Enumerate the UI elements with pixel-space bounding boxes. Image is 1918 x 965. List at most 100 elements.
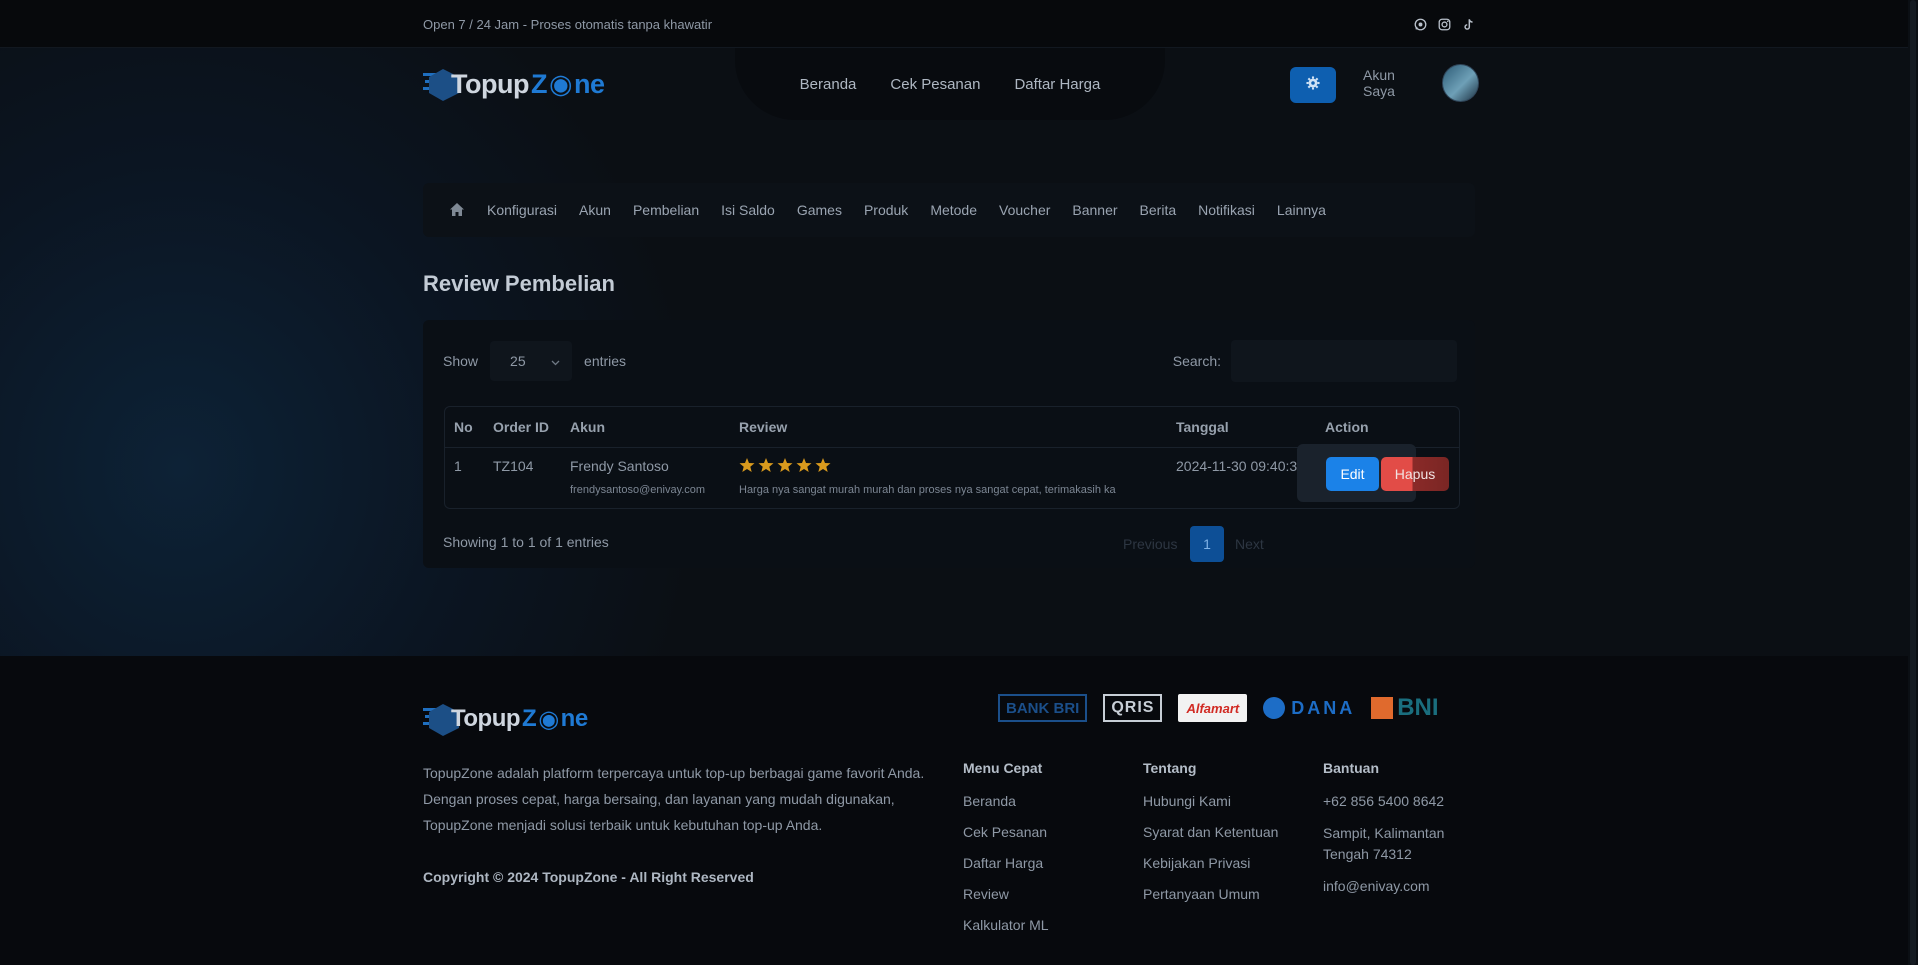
account-menu[interactable]: Akun Saya [1363, 64, 1479, 102]
footer-link-kalkulator-ml[interactable]: Kalkulator ML [963, 916, 1049, 935]
logo-text-z: Z [530, 68, 548, 99]
pagination-next[interactable]: Next [1235, 526, 1264, 562]
dana-logo: DANA [1263, 694, 1355, 722]
admin-nav-pembelian[interactable]: Pembelian [633, 202, 699, 218]
admin-nav-banner[interactable]: Banner [1072, 202, 1117, 218]
dana-logo-text: DANA [1291, 697, 1356, 718]
col-order-id[interactable]: Order ID [493, 407, 549, 448]
cell-review-text: Harga nya sangat murah murah dan proses … [739, 484, 1116, 496]
entries-label: entries [584, 353, 627, 369]
search-label: Search: [1172, 353, 1221, 369]
star-icon [758, 458, 774, 472]
footer-link-cek-pesanan[interactable]: Cek Pesanan [963, 823, 1049, 842]
footer-menu-cepat-title: Menu Cepat [963, 760, 1043, 776]
avatar [1441, 64, 1479, 102]
social-links [1413, 17, 1475, 31]
logo-text-ne: ne [574, 68, 605, 99]
gear-icon [1306, 75, 1320, 95]
footer-email[interactable]: info@enivay.com [1323, 877, 1463, 896]
footer-copyright: Copyright © 2024 TopupZone - All Right R… [423, 869, 754, 885]
alfamart-logo: Alfamart [1178, 694, 1248, 722]
tiktok-icon[interactable] [1461, 17, 1475, 31]
instagram-icon[interactable] [1437, 17, 1451, 31]
cell-date: 2024-11-30 09:40:30 [1176, 458, 1305, 474]
pagination-page-1[interactable]: 1 [1190, 526, 1224, 562]
page-size-select[interactable]: 25 [490, 341, 573, 381]
admin-nav-notifikasi[interactable]: Notifikasi [1198, 202, 1255, 218]
footer-tentang: Tentang Hubungi Kami Syarat dan Ketentua… [1143, 760, 1278, 916]
admin-nav-akun[interactable]: Akun [579, 202, 611, 218]
show-label: Show [443, 353, 479, 369]
account-label: Akun Saya [1363, 67, 1395, 99]
footer-menu-cepat: Menu Cepat Beranda Cek Pesanan Daftar Ha… [963, 760, 1049, 947]
logo-text-topup: Topup [451, 68, 529, 99]
table-info: Showing 1 to 1 of 1 entries [443, 534, 609, 550]
footer-link-hubungi-kami[interactable]: Hubungi Kami [1143, 792, 1278, 811]
nav-beranda[interactable]: Beranda [800, 76, 857, 93]
col-akun[interactable]: Akun [570, 407, 605, 448]
star-icon [777, 458, 793, 472]
star-icon [796, 458, 812, 472]
logo-o-icon: ◉ [538, 705, 559, 733]
cell-account-name: Frendy Santoso [570, 458, 669, 474]
table-controls: Show 25 entries Search: [443, 340, 1457, 382]
admin-nav-isi-saldo[interactable]: Isi Saldo [721, 202, 775, 218]
footer-link-daftar-harga[interactable]: Daftar Harga [963, 854, 1049, 873]
star-icon [815, 458, 831, 472]
qris-logo: QRIS [1103, 694, 1163, 722]
admin-nav: Konfigurasi Akun Pembelian Isi Saldo Gam… [423, 183, 1475, 237]
footer-tentang-title: Tentang [1143, 760, 1197, 776]
footer-description: TopupZone adalah platform terpercaya unt… [423, 765, 925, 833]
footer-logo[interactable]: Topup Z ◉ ne [423, 700, 588, 738]
nav-daftar-harga[interactable]: Daftar Harga [1014, 76, 1100, 93]
admin-nav-berita[interactable]: Berita [1140, 202, 1177, 218]
dana-mark-icon [1263, 697, 1286, 719]
col-review[interactable]: Review [739, 407, 787, 448]
page-scrollbar[interactable] [1908, 0, 1918, 965]
footer-address: Sampit, Kalimantan Tengah 74312 [1323, 825, 1445, 862]
bni-logo-text: BNI [1397, 694, 1439, 721]
bank-bri-logo: BANK BRI [998, 694, 1088, 722]
cell-order-id: TZ104 [493, 458, 534, 474]
page-title: Review Pembelian [423, 271, 615, 296]
col-no[interactable]: No [454, 407, 473, 448]
admin-nav-voucher[interactable]: Voucher [999, 202, 1050, 218]
nav-cek-pesanan[interactable]: Cek Pesanan [890, 76, 980, 93]
footer-phone[interactable]: +62 856 5400 8642 [1323, 792, 1463, 811]
footer-link-review[interactable]: Review [963, 885, 1049, 904]
edit-button[interactable]: Edit [1326, 457, 1379, 491]
footer-link-syarat[interactable]: Syarat dan Ketentuan [1143, 823, 1278, 842]
bni-logo: BNI [1371, 694, 1439, 722]
col-action[interactable]: Action [1325, 407, 1369, 448]
rating-stars [739, 457, 831, 473]
admin-nav-games[interactable]: Games [797, 202, 842, 218]
logo-text-topup: Topup [451, 705, 521, 732]
payment-logos: BANK BRI QRIS Alfamart DANA BNI [998, 694, 1439, 722]
site-footer: Topup Z ◉ ne BANK BRI QRIS Alfamart DANA BN… [0, 656, 1918, 965]
pagination-previous[interactable]: Previous [1123, 526, 1177, 562]
star-icon [739, 458, 755, 472]
logo-text-z: Z [522, 705, 537, 732]
site-logo[interactable]: Topup Z ◉ ne [423, 65, 605, 103]
delete-button[interactable]: Hapus [1381, 457, 1449, 491]
top-bar: Open 7 / 24 Jam - Proses otomatis tanpa … [0, 0, 1918, 48]
logo-text-ne: ne [560, 705, 589, 732]
cell-account-email: frendysantoso@enivay.com [570, 484, 706, 496]
whatsapp-icon[interactable] [1413, 17, 1427, 31]
scrollbar-thumb[interactable] [1910, 0, 1916, 965]
home-icon[interactable] [449, 202, 465, 218]
admin-nav-konfigurasi[interactable]: Konfigurasi [487, 202, 557, 218]
col-tanggal[interactable]: Tanggal [1176, 407, 1229, 448]
table-header: No Order ID Akun Review Tanggal Action [445, 407, 1459, 448]
settings-button[interactable] [1290, 67, 1336, 103]
opening-hours-note: Open 7 / 24 Jam - Proses otomatis tanpa … [423, 16, 713, 32]
footer-link-kebijakan[interactable]: Kebijakan Privasi [1143, 854, 1278, 873]
search-input[interactable] [1231, 340, 1457, 382]
admin-nav-lainnya[interactable]: Lainnya [1277, 202, 1326, 218]
main-nav: Beranda Cek Pesanan Daftar Harga [735, 48, 1165, 120]
footer-link-beranda[interactable]: Beranda [963, 792, 1049, 811]
page-size-value: 25 [510, 353, 526, 369]
admin-nav-metode[interactable]: Metode [930, 202, 977, 218]
footer-link-faq[interactable]: Pertanyaan Umum [1143, 885, 1278, 904]
admin-nav-produk[interactable]: Produk [864, 202, 908, 218]
